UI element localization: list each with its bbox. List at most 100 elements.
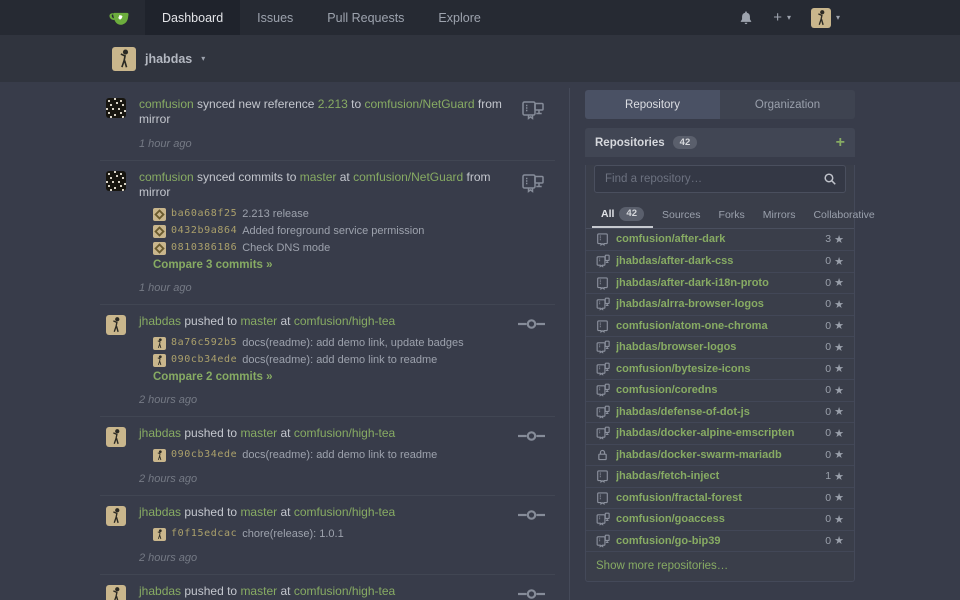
repo-row[interactable]: jhabdas/after-dark-css0★ bbox=[586, 250, 854, 272]
timestamp: 2 hours ago bbox=[139, 552, 521, 564]
tab-repository[interactable]: Repository bbox=[585, 90, 720, 119]
repo-name-link[interactable]: comfusion/atom-one-chroma bbox=[616, 320, 825, 332]
activity-link[interactable]: comfusion/NetGuard bbox=[365, 97, 475, 111]
new-repository-button[interactable]: + bbox=[836, 135, 845, 151]
lock-icon bbox=[596, 448, 610, 462]
repo-name-link[interactable]: comfusion/fractal-forest bbox=[616, 492, 825, 504]
repo-name-link[interactable]: jhabdas/defense-of-dot-js bbox=[616, 406, 825, 418]
repo-search-input[interactable] bbox=[594, 165, 846, 193]
commit-sha-link[interactable]: ba60a68f25 bbox=[171, 207, 237, 221]
nav-item-pull-requests[interactable]: Pull Requests bbox=[310, 0, 421, 35]
repo-row[interactable]: comfusion/bytesize-icons0★ bbox=[586, 358, 854, 380]
repo-name-link[interactable]: jhabdas/after-dark-i18n-proto bbox=[616, 277, 825, 289]
repo-name-link[interactable]: jhabdas/alrra-browser-logos bbox=[616, 298, 825, 310]
activity-link[interactable]: comfusion/high-tea bbox=[294, 584, 395, 598]
activity-link[interactable]: jhabdas bbox=[139, 505, 181, 519]
feed-item-body: jhabdas pushed to master at comfusion/hi… bbox=[139, 426, 521, 485]
repo-row[interactable]: jhabdas/docker-alpine-emscripten0★ bbox=[586, 422, 854, 444]
repo-name-link[interactable]: comfusion/coredns bbox=[616, 384, 825, 396]
activity-link[interactable]: comfusion/high-tea bbox=[294, 314, 395, 328]
star-count: 0 bbox=[825, 298, 831, 310]
repo-row[interactable]: jhabdas/browser-logos0★ bbox=[586, 336, 854, 358]
repo-row[interactable]: comfusion/go-bip390★ bbox=[586, 530, 854, 552]
commit-sha-link[interactable]: 0810386186 bbox=[171, 241, 237, 255]
repo-name-link[interactable]: comfusion/bytesize-icons bbox=[616, 363, 825, 375]
star-icon: ★ bbox=[834, 298, 844, 311]
top-navbar: DashboardIssuesPull RequestsExplore + ▾ … bbox=[0, 0, 960, 35]
activity-link[interactable]: 2.213 bbox=[318, 97, 348, 111]
navbar-right: + ▾ ▾ bbox=[739, 0, 840, 35]
repo-name-link[interactable]: jhabdas/browser-logos bbox=[616, 341, 825, 353]
star-icon: ★ bbox=[834, 470, 844, 483]
commit-message: Check DNS mode bbox=[242, 241, 330, 255]
commit-message: docs(readme): add demo link to readme bbox=[242, 448, 437, 462]
activity-link[interactable]: jhabdas bbox=[139, 314, 181, 328]
star-count: 0 bbox=[825, 492, 831, 504]
repo-row[interactable]: comfusion/coredns0★ bbox=[586, 379, 854, 401]
activity-link[interactable]: master bbox=[240, 426, 277, 440]
repo-star-count: 0★ bbox=[825, 384, 844, 397]
show-more-repositories-link[interactable]: Show more repositories… bbox=[586, 551, 854, 581]
commit-sha-link[interactable]: 0432b9a864 bbox=[171, 224, 237, 238]
star-icon: ★ bbox=[834, 513, 844, 526]
repo-row[interactable]: jhabdas/alrra-browser-logos0★ bbox=[586, 293, 854, 315]
commit-sha-link[interactable]: 090cb34ede bbox=[171, 353, 237, 367]
repo-row[interactable]: comfusion/after-dark3★ bbox=[586, 229, 854, 251]
activity-link[interactable]: master bbox=[240, 314, 277, 328]
activity-link[interactable]: comfusion/high-tea bbox=[294, 426, 395, 440]
repo-row[interactable]: comfusion/atom-one-chroma0★ bbox=[586, 315, 854, 337]
activity-link[interactable]: comfusion bbox=[139, 170, 194, 184]
repo-name-link[interactable]: jhabdas/docker-swarm-mariadb bbox=[616, 449, 825, 461]
compare-commits-link[interactable]: Compare 2 commits » bbox=[153, 371, 521, 383]
commit-sha-link[interactable]: 090cb34ede bbox=[171, 448, 237, 462]
star-icon: ★ bbox=[834, 255, 844, 268]
repo-row[interactable]: jhabdas/docker-swarm-mariadb0★ bbox=[586, 444, 854, 466]
repo-name-link[interactable]: jhabdas/fetch-inject bbox=[616, 470, 825, 482]
repo-name-link[interactable]: comfusion/goaccess bbox=[616, 513, 825, 525]
repo-list: comfusion/after-dark3★jhabdas/after-dark… bbox=[586, 229, 854, 552]
repo-name-link[interactable]: comfusion/after-dark bbox=[616, 233, 825, 245]
tab-organization[interactable]: Organization bbox=[720, 90, 855, 119]
activity-link[interactable]: comfusion bbox=[139, 97, 194, 111]
activity-link[interactable]: comfusion/NetGuard bbox=[353, 170, 463, 184]
nav-item-dashboard[interactable]: Dashboard bbox=[145, 0, 240, 35]
user-menu[interactable]: ▾ bbox=[811, 8, 840, 28]
compare-commits-link[interactable]: Compare 3 commits » bbox=[153, 259, 521, 271]
repo-row[interactable]: comfusion/fractal-forest0★ bbox=[586, 487, 854, 509]
filter-tab-mirrors[interactable]: Mirrors bbox=[754, 203, 805, 228]
activity-title: comfusion synced commits to master at co… bbox=[139, 170, 521, 200]
filter-tab-collaborative[interactable]: Collaborative bbox=[804, 203, 883, 228]
filter-tab-label: Mirrors bbox=[763, 209, 796, 221]
commit-line: 090cb34ededocs(readme): add demo link to… bbox=[153, 353, 521, 367]
activity-link[interactable]: comfusion/high-tea bbox=[294, 505, 395, 519]
activity-link[interactable]: master bbox=[240, 505, 277, 519]
repo-name-link[interactable]: comfusion/go-bip39 bbox=[616, 535, 825, 547]
repo-star-count: 0★ bbox=[825, 405, 844, 418]
nav-item-explore[interactable]: Explore bbox=[421, 0, 497, 35]
notifications-bell-icon[interactable] bbox=[739, 10, 753, 25]
activity-link[interactable]: master bbox=[240, 584, 277, 598]
activity-link[interactable]: master bbox=[300, 170, 337, 184]
filter-tab-forks[interactable]: Forks bbox=[710, 203, 754, 228]
timestamp: 2 hours ago bbox=[139, 394, 521, 406]
repo-name-link[interactable]: jhabdas/after-dark-css bbox=[616, 255, 825, 267]
activity-link[interactable]: jhabdas bbox=[139, 584, 181, 598]
commit-sha-link[interactable]: f0f15edcac bbox=[171, 527, 237, 541]
search-icon[interactable] bbox=[823, 172, 837, 186]
repo-name-link[interactable]: jhabdas/docker-alpine-emscripten bbox=[616, 427, 825, 439]
repo-row[interactable]: jhabdas/after-dark-i18n-proto0★ bbox=[586, 272, 854, 294]
repo-row[interactable]: comfusion/goaccess0★ bbox=[586, 508, 854, 530]
repo-row[interactable]: jhabdas/defense-of-dot-js0★ bbox=[586, 401, 854, 423]
star-icon: ★ bbox=[834, 491, 844, 504]
repo-row[interactable]: jhabdas/fetch-inject1★ bbox=[586, 465, 854, 487]
gitea-logo-icon[interactable] bbox=[108, 0, 131, 35]
repo-icon bbox=[596, 276, 610, 290]
context-switcher[interactable]: jhabdas ▾ bbox=[0, 35, 960, 82]
create-new-menu[interactable]: + ▾ bbox=[773, 10, 791, 25]
star-icon: ★ bbox=[834, 427, 844, 440]
filter-tab-sources[interactable]: Sources bbox=[653, 203, 710, 228]
nav-item-issues[interactable]: Issues bbox=[240, 0, 310, 35]
filter-tab-all[interactable]: All42 bbox=[592, 201, 653, 228]
commit-sha-link[interactable]: 8a76c592b5 bbox=[171, 336, 237, 350]
activity-link[interactable]: jhabdas bbox=[139, 426, 181, 440]
